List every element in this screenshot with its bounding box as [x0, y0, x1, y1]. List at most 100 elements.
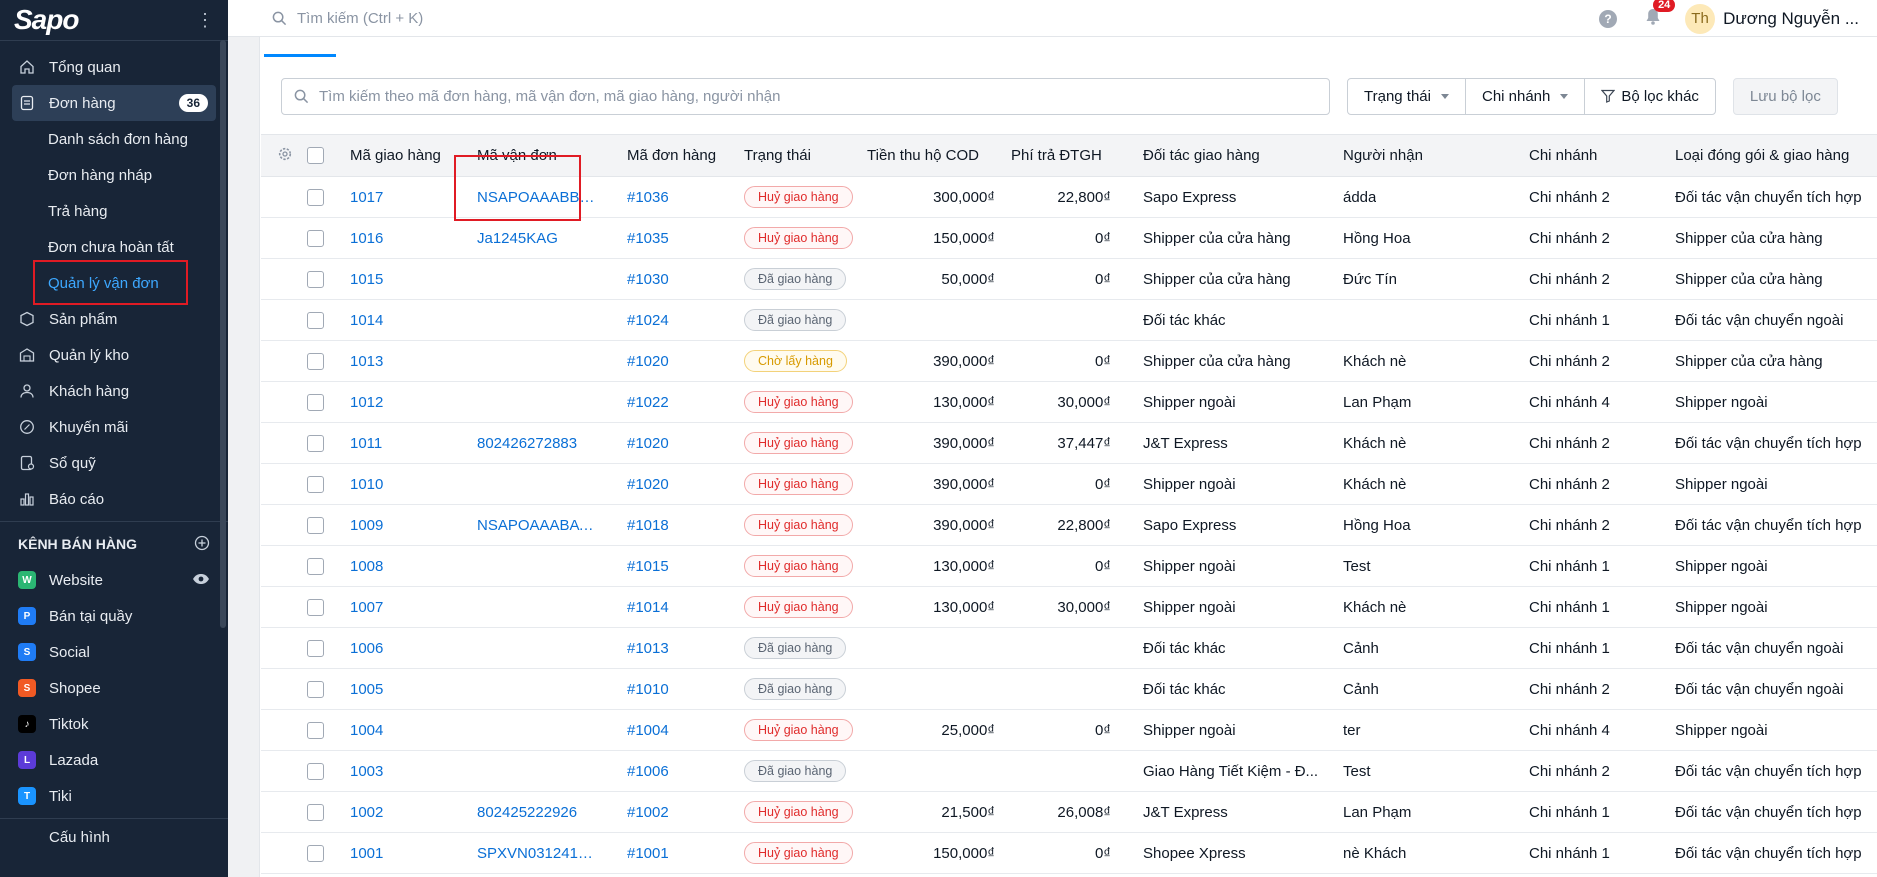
sidebar-channel-website[interactable]: W Website — [0, 562, 228, 598]
row-checkbox[interactable] — [307, 516, 324, 534]
shipment-code-cell[interactable]: 1006 — [350, 640, 383, 657]
sidebar-item-inventory[interactable]: Quản lý kho — [0, 337, 228, 373]
column-header-delivery-partner[interactable]: Đối tác giao hàng — [1143, 147, 1260, 164]
table-row[interactable]: 1011 802426272883 #1020 Huỷ giao hàng 390,00… — [261, 423, 1877, 464]
row-checkbox[interactable] — [307, 229, 324, 247]
shipment-code-cell[interactable]: 1005 — [350, 681, 383, 698]
sidebar-item-orders[interactable]: Đơn hàng 36 — [12, 85, 216, 121]
order-code-cell[interactable]: #1004 — [627, 722, 669, 739]
sidebar-channel-pos[interactable]: P Bán tại quầy — [0, 598, 228, 634]
shipment-code-cell[interactable]: 1009 — [350, 517, 383, 534]
table-row[interactable]: 1005 #1010 Đã giao hàng Đối tác khác Cảnh Chi… — [261, 669, 1877, 710]
shipment-code-cell[interactable]: 1007 — [350, 599, 383, 616]
row-checkbox[interactable] — [307, 557, 324, 575]
shipment-code-cell[interactable]: 1010 — [350, 476, 383, 493]
table-row[interactable]: 1003 #1006 Đã giao hàng Giao Hàng Tiết Kiệm… — [261, 751, 1877, 792]
sidebar-channel-social[interactable]: S Social — [0, 634, 228, 670]
row-checkbox[interactable] — [307, 639, 324, 657]
notification-button[interactable]: 24 — [1645, 0, 1676, 30]
row-checkbox[interactable] — [307, 352, 324, 370]
tracking-number-cell[interactable]: 802425222926 — [477, 804, 577, 821]
tracking-number-cell[interactable]: SPXVN0312413... — [477, 845, 595, 862]
row-checkbox[interactable] — [307, 475, 324, 493]
sidebar-item-cashbook[interactable]: Sổ quỹ — [0, 445, 228, 481]
row-checkbox[interactable] — [307, 393, 324, 411]
select-all-checkbox[interactable] — [307, 147, 324, 164]
tracking-number-cell[interactable]: Ja1245KAG — [477, 230, 558, 247]
sidebar-item-customers[interactable]: Khách hàng — [0, 373, 228, 409]
shipment-code-cell[interactable]: 1008 — [350, 558, 383, 575]
table-row[interactable]: 1015 #1030 Đã giao hàng 50,000₫ 0₫ Shipper củ… — [261, 259, 1877, 300]
sidebar-item-overview[interactable]: Tổng quan — [0, 49, 228, 85]
shipment-code-cell[interactable]: 1015 — [350, 271, 383, 288]
sidebar-item-products[interactable]: Sản phẩm — [0, 301, 228, 337]
table-row[interactable]: 1010 #1020 Huỷ giao hàng 390,000₫ 0₫ Shipper … — [261, 464, 1877, 505]
table-row[interactable]: 1006 #1013 Đã giao hàng Đối tác khác Cảnh Chi… — [261, 628, 1877, 669]
table-row[interactable]: 1016 Ja1245KAG #1035 Huỷ giao hàng 150,000₫ 0… — [261, 218, 1877, 259]
order-code-cell[interactable]: #1015 — [627, 558, 669, 575]
order-code-cell[interactable]: #1018 — [627, 517, 669, 534]
shipment-search-input[interactable]: Tìm kiếm theo mã đơn hàng, mã vận đơn, m… — [281, 77, 1330, 115]
order-code-cell[interactable]: #1014 — [627, 599, 669, 616]
avatar[interactable]: Th — [1685, 3, 1716, 34]
order-code-cell[interactable]: #1024 — [627, 312, 669, 329]
sidebar-subitem-returns[interactable]: Trả hàng — [0, 193, 228, 229]
sapo-logo[interactable]: Sapo — [14, 4, 79, 36]
shipment-code-cell[interactable]: 1013 — [350, 353, 383, 370]
row-checkbox[interactable] — [307, 721, 324, 739]
order-code-cell[interactable]: #1035 — [627, 230, 669, 247]
column-header-branch[interactable]: Chi nhánh — [1529, 147, 1597, 164]
sidebar-channel-tiki[interactable]: T Tiki — [0, 778, 228, 814]
row-checkbox[interactable] — [307, 434, 324, 452]
order-code-cell[interactable]: #1010 — [627, 681, 669, 698]
row-checkbox[interactable] — [307, 844, 324, 862]
table-row[interactable]: 1013 #1020 Chờ lấy hàng 390,000₫ 0₫ Shipper c… — [261, 341, 1877, 382]
row-checkbox[interactable] — [307, 762, 324, 780]
shipment-code-cell[interactable]: 1016 — [350, 230, 383, 247]
table-row[interactable]: 1002 802425222926 #1002 Huỷ giao hàng 21,500… — [261, 792, 1877, 833]
table-row[interactable]: 1014 #1024 Đã giao hàng Đối tác khác Chi nhá… — [261, 300, 1877, 341]
column-header-package-type[interactable]: Loại đóng gói & giao hàng — [1675, 147, 1849, 164]
tracking-number-cell[interactable]: NSAPOAAABAV... — [477, 517, 595, 534]
sidebar-item-settings[interactable]: Cấu hình — [0, 819, 228, 855]
sidebar-channel-lazada[interactable]: L Lazada — [0, 742, 228, 778]
column-header-cod-amount[interactable]: Tiền thu hộ COD — [867, 147, 979, 164]
column-header-shipping-fee[interactable]: Phí trả ĐTGH — [1011, 147, 1102, 164]
sidebar-subitem-draft-orders[interactable]: Đơn hàng nháp — [0, 157, 228, 193]
table-row[interactable]: 1004 #1004 Huỷ giao hàng 25,000₫ 0₫ Shipper n… — [261, 710, 1877, 751]
branch-filter-dropdown[interactable]: Chi nhánh — [1466, 78, 1586, 114]
row-checkbox[interactable] — [307, 188, 324, 206]
row-checkbox[interactable] — [307, 270, 324, 288]
shipment-code-cell[interactable]: 1011 — [350, 435, 382, 452]
order-code-cell[interactable]: #1020 — [627, 353, 669, 370]
order-code-cell[interactable]: #1006 — [627, 763, 669, 780]
row-checkbox[interactable] — [307, 803, 324, 821]
row-checkbox[interactable] — [307, 598, 324, 616]
global-search[interactable]: Tìm kiếm (Ctrl + K) — [272, 10, 423, 27]
order-code-cell[interactable]: #1001 — [627, 845, 669, 862]
shipment-code-cell[interactable]: 1003 — [350, 763, 383, 780]
sidebar-channel-shopee[interactable]: S Shopee — [0, 670, 228, 706]
column-settings-icon[interactable] — [277, 146, 293, 166]
row-checkbox[interactable] — [307, 311, 324, 329]
column-header-order-code[interactable]: Mã đơn hàng — [627, 147, 716, 164]
table-row[interactable]: 1012 #1022 Huỷ giao hàng 130,000₫ 30,000₫ Shi… — [261, 382, 1877, 423]
shipment-code-cell[interactable]: 1014 — [350, 312, 383, 329]
order-code-cell[interactable]: #1020 — [627, 476, 669, 493]
shipment-code-cell[interactable]: 1012 — [350, 394, 383, 411]
sidebar-subitem-order-list[interactable]: Danh sách đơn hàng — [0, 121, 228, 157]
sidebar-item-reports[interactable]: Báo cáo — [0, 481, 228, 517]
sidebar-channel-tiktok[interactable]: ♪ Tiktok — [0, 706, 228, 742]
order-code-cell[interactable]: #1030 — [627, 271, 669, 288]
column-header-status[interactable]: Trạng thái — [744, 147, 811, 164]
more-options-icon[interactable]: ⋮ — [196, 10, 214, 31]
sidebar-item-promotions[interactable]: Khuyến mãi — [0, 409, 228, 445]
sidebar-scrollbar[interactable] — [220, 40, 226, 628]
user-name[interactable]: Dương Nguyễn ... — [1723, 9, 1859, 29]
add-channel-icon[interactable] — [194, 535, 210, 554]
shipment-code-cell[interactable]: 1001 — [350, 845, 383, 862]
tracking-number-cell[interactable]: 802426272883 — [477, 435, 577, 452]
table-row[interactable]: 1001 SPXVN0312413... #1001 Huỷ giao hàng 150… — [261, 833, 1877, 874]
eye-icon[interactable] — [192, 572, 210, 589]
order-code-cell[interactable]: #1036 — [627, 189, 669, 206]
